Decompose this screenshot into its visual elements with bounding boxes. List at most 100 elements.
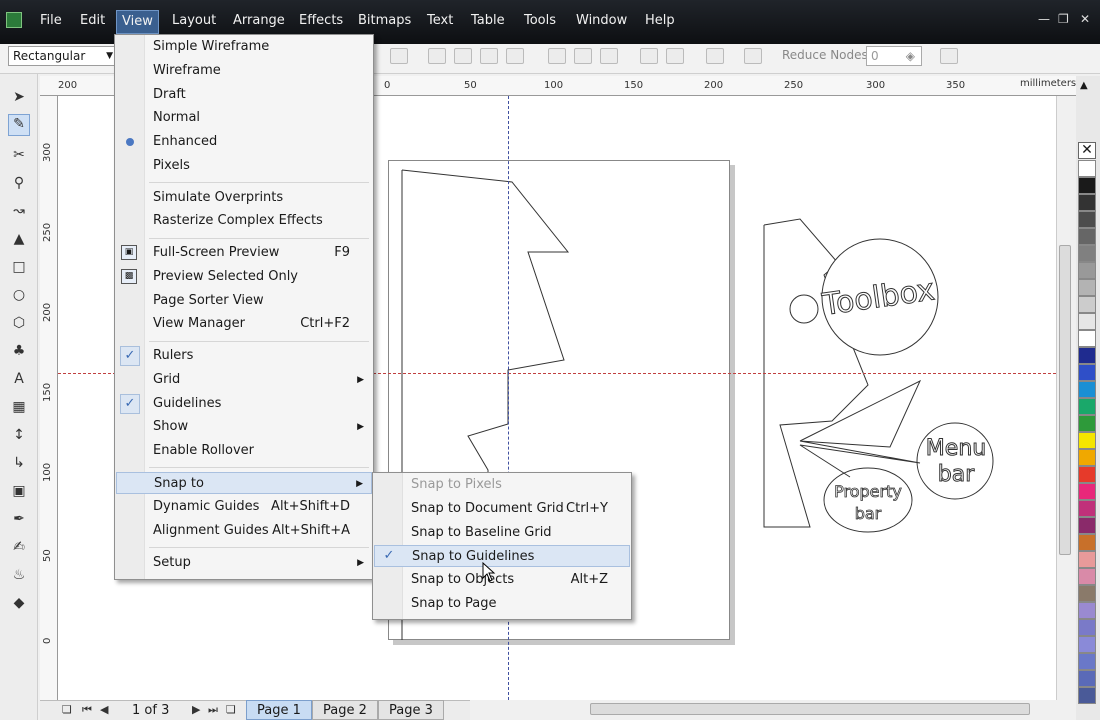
menu-item-snap-to-baseline-grid[interactable]: Snap to Baseline Grid <box>374 522 630 544</box>
menu-item-full-screen-preview[interactable]: ▣ Full-Screen Preview F9 <box>116 242 372 264</box>
table-tool-icon[interactable]: ▦ <box>10 398 28 416</box>
menu-tools[interactable]: Tools <box>524 13 556 28</box>
color-swatch[interactable] <box>1078 279 1096 296</box>
color-swatch[interactable] <box>1078 381 1096 398</box>
menu-item-snap-to-objects[interactable]: Snap to Objects Alt+Z <box>374 569 630 591</box>
previous-page-icon[interactable]: ◀ <box>100 703 108 716</box>
color-swatch[interactable] <box>1078 245 1096 262</box>
last-page-icon[interactable]: ⏭ <box>208 703 218 717</box>
color-swatch[interactable] <box>1078 653 1096 670</box>
smart-fill-tool-icon[interactable]: ▲ <box>10 230 28 248</box>
stretch-icon[interactable] <box>548 48 566 64</box>
color-swatch[interactable] <box>1078 262 1096 279</box>
no-color-swatch[interactable]: ✕ <box>1078 142 1096 159</box>
page-tab-2[interactable]: Page 2 <box>312 700 378 720</box>
color-swatch[interactable] <box>1078 585 1096 602</box>
rectangle-tool-icon[interactable]: □ <box>10 258 28 276</box>
dimension-tool-icon[interactable]: ↕ <box>10 426 28 444</box>
color-swatch[interactable] <box>1078 466 1096 483</box>
menu-item-grid[interactable]: Grid ▶ <box>116 369 372 391</box>
color-swatch[interactable] <box>1078 415 1096 432</box>
color-swatch[interactable] <box>1078 636 1096 653</box>
shape-tool-icon[interactable]: ✎ <box>8 114 30 136</box>
minimize-icon[interactable]: — <box>1038 12 1050 26</box>
page-tab-1[interactable]: Page 1 <box>246 700 312 720</box>
menu-item-enhanced[interactable]: Enhanced <box>116 131 372 153</box>
color-swatch[interactable] <box>1078 364 1096 381</box>
menu-item-page-sorter-view[interactable]: Page Sorter View <box>116 290 372 312</box>
color-swatch[interactable] <box>1078 568 1096 585</box>
menu-window[interactable]: Window <box>576 13 627 28</box>
color-swatch[interactable] <box>1078 670 1096 687</box>
menu-item-wireframe[interactable]: Wireframe <box>116 60 372 82</box>
node-break-icon[interactable] <box>454 48 472 64</box>
zoom-tool-icon[interactable]: ⚲ <box>10 174 28 192</box>
color-swatch[interactable] <box>1078 483 1096 500</box>
text-tool-icon[interactable]: A <box>10 370 28 388</box>
add-page-icon[interactable]: ❏ <box>62 703 72 716</box>
freehand-tool-icon[interactable]: ↝ <box>10 202 28 220</box>
menu-item-dynamic-guides[interactable]: Dynamic Guides Alt+Shift+D <box>116 496 372 518</box>
node-join-icon[interactable] <box>480 48 498 64</box>
color-swatch[interactable] <box>1078 687 1096 704</box>
page-tab-3[interactable]: Page 3 <box>378 700 444 720</box>
menu-edit[interactable]: Edit <box>80 13 105 28</box>
reduce-nodes-input[interactable]: 0 ◈ <box>866 46 922 66</box>
menu-item-snap-to-guidelines[interactable]: ✓ Snap to Guidelines <box>374 545 630 567</box>
color-swatch[interactable] <box>1078 330 1096 347</box>
color-swatch[interactable] <box>1078 228 1096 245</box>
snap-nodes-icon[interactable] <box>940 48 958 64</box>
align-nodes-icon[interactable] <box>640 48 658 64</box>
color-swatch[interactable] <box>1078 347 1096 364</box>
color-swatch[interactable] <box>1078 160 1096 177</box>
menu-item-setup[interactable]: Setup ▶ <box>116 552 372 574</box>
color-swatch[interactable] <box>1078 177 1096 194</box>
menu-item-alignment-guides[interactable]: Alignment Guides Alt+Shift+A <box>116 520 372 542</box>
color-swatch[interactable] <box>1078 551 1096 568</box>
color-swatch[interactable] <box>1078 432 1096 449</box>
menu-item-snap-to[interactable]: Snap to ▶ <box>116 472 372 494</box>
menu-item-snap-to-document-grid[interactable]: Snap to Document Grid Ctrl+Y <box>374 498 630 520</box>
eyedropper-tool-icon[interactable]: ✒ <box>10 510 28 528</box>
color-swatch[interactable] <box>1078 534 1096 551</box>
menu-item-simple-wireframe[interactable]: Simple Wireframe <box>116 36 372 58</box>
reverse-icon[interactable] <box>600 48 618 64</box>
color-swatch[interactable] <box>1078 296 1096 313</box>
menu-item-rasterize-complex-effects[interactable]: Rasterize Complex Effects <box>116 210 372 232</box>
polygon-tool-icon[interactable]: ⬡ <box>10 314 28 332</box>
rotate-icon[interactable] <box>574 48 592 64</box>
menu-item-simulate-overprints[interactable]: Simulate Overprints <box>116 187 372 209</box>
menu-item-preview-selected-only[interactable]: ▩ Preview Selected Only <box>116 266 372 288</box>
elastic-mode-icon[interactable] <box>666 48 684 64</box>
color-swatch[interactable] <box>1078 449 1096 466</box>
toolbox-popup-artwork[interactable]: Toolbox Menu bar Property bar <box>760 215 1000 535</box>
curve-icon[interactable] <box>428 48 446 64</box>
horizontal-scroll-thumb[interactable] <box>590 703 1030 715</box>
menu-item-show[interactable]: Show ▶ <box>116 416 372 438</box>
cut-outline-shape[interactable] <box>401 169 570 520</box>
vertical-ruler[interactable]: 300 250 200 150 100 50 0 <box>40 96 58 700</box>
menu-bitmaps[interactable]: Bitmaps <box>358 13 411 28</box>
next-page-icon[interactable]: ▶ <box>192 703 200 716</box>
color-swatch[interactable] <box>1078 619 1096 636</box>
smooth-icon[interactable] <box>706 48 724 64</box>
color-swatch[interactable] <box>1078 500 1096 517</box>
menu-item-snap-to-page[interactable]: Snap to Page <box>374 593 630 615</box>
color-swatch[interactable] <box>1078 211 1096 228</box>
menu-arrange[interactable]: Arrange <box>233 13 285 28</box>
close-icon[interactable]: ✕ <box>1080 12 1090 26</box>
blend-tool-icon[interactable]: ▣ <box>10 482 28 500</box>
add-page-after-icon[interactable]: ❏ <box>226 703 236 716</box>
menu-item-guidelines[interactable]: ✓ Guidelines <box>116 393 372 415</box>
basic-shapes-tool-icon[interactable]: ♣ <box>10 342 28 360</box>
interactive-fill-tool-icon[interactable]: ◆ <box>10 594 28 612</box>
menu-item-normal[interactable]: Normal <box>116 107 372 129</box>
crop-tool-icon[interactable]: ✂ <box>10 146 28 164</box>
color-swatch[interactable] <box>1078 602 1096 619</box>
first-page-icon[interactable]: ⏮ <box>82 703 92 717</box>
menu-view[interactable]: View <box>116 10 159 34</box>
vertical-scroll-thumb[interactable] <box>1059 245 1071 555</box>
fill-tool-icon[interactable]: ♨ <box>10 566 28 584</box>
spinner-icon[interactable]: ◈ <box>906 47 915 65</box>
menu-effects[interactable]: Effects <box>299 13 343 28</box>
